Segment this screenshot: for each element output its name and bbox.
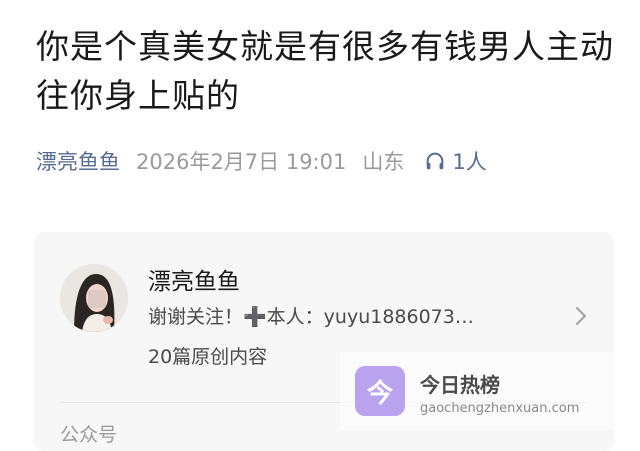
account-description: 谢谢关注！➕本人：yuyu1886073…	[148, 306, 474, 328]
avatar[interactable]	[60, 264, 128, 332]
article-count: 20篇原创内容	[148, 346, 268, 368]
publish-date: 2026年2月7日 19:01	[136, 150, 347, 174]
account-type-label: 公众号	[60, 424, 118, 446]
author-link[interactable]: 漂亮鱼鱼	[36, 146, 120, 176]
article-title: 你是个真美女就是有很多有钱男人主动往你身上贴的	[36, 27, 614, 115]
watermark-domain: gaochengzhenxuan.com	[420, 401, 580, 416]
publish-region: 山东	[362, 150, 405, 174]
chevron-right-icon[interactable]	[574, 305, 588, 327]
article-meta: 漂亮鱼鱼 2026年2月7日 19:01 山东 1人	[36, 145, 487, 177]
watermark-logo-icon: 今	[355, 366, 405, 416]
listen-button[interactable]: 1人	[424, 146, 487, 176]
headphones-icon	[427, 152, 444, 170]
watermark-name: 今日热榜	[420, 373, 500, 397]
listen-count: 1人	[452, 150, 487, 174]
watermark: 今 今日热榜 gaochengzhenxuan.com	[340, 352, 616, 430]
account-name[interactable]: 漂亮鱼鱼	[148, 262, 240, 296]
